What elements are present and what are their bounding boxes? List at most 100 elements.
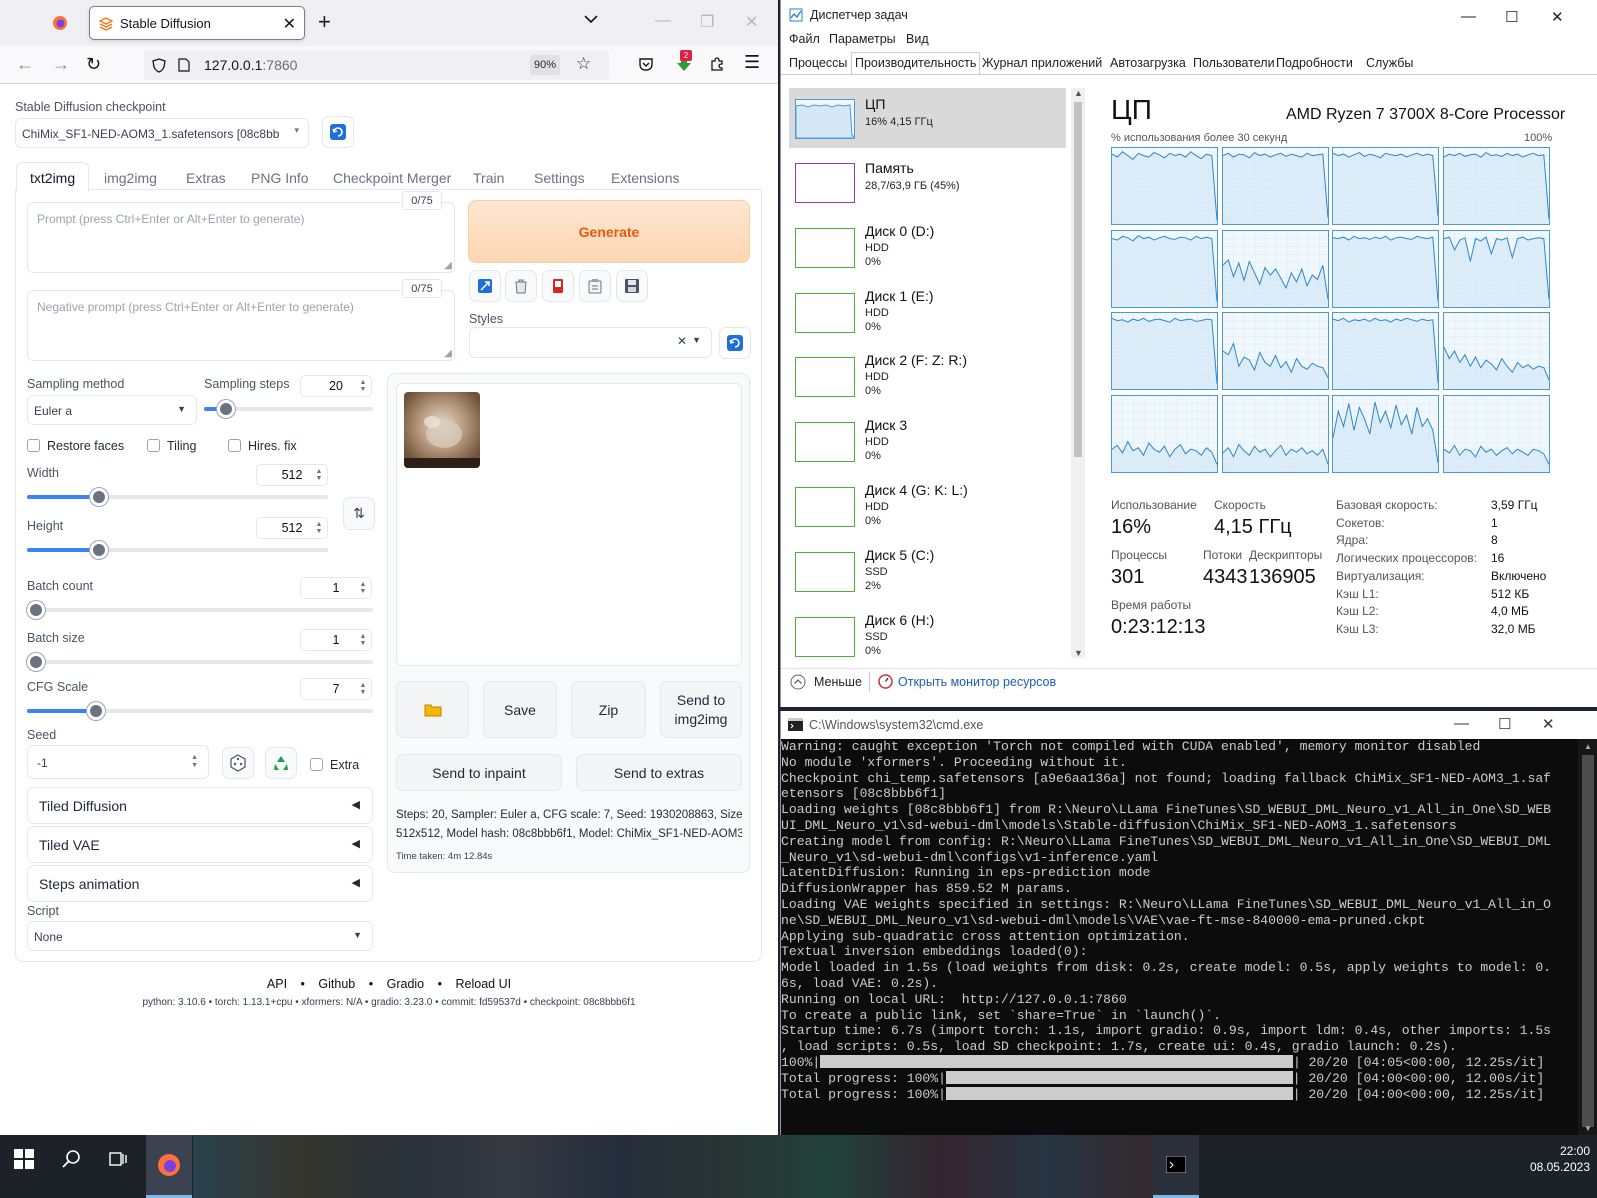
resource-item[interactable]: Диск 0 (D:) HDD 0%: [789, 217, 1066, 277]
scrollbar-thumb[interactable]: [1582, 755, 1594, 1127]
tab-checkpoint-merger[interactable]: Checkpoint Merger: [333, 170, 451, 186]
zoom-indicator[interactable]: 90%: [530, 55, 560, 75]
maximize-icon[interactable]: ☐: [1498, 715, 1511, 733]
taskbar-cmd[interactable]: [1153, 1135, 1199, 1198]
tab-processes[interactable]: Процессы: [786, 56, 850, 70]
resource-item[interactable]: Диск 4 (G: K: L:) HDD 0%: [789, 476, 1066, 536]
spinner-icon[interactable]: ▲ ▼: [191, 754, 198, 770]
tab-settings[interactable]: Settings: [534, 170, 585, 186]
footer-link-github[interactable]: Github: [318, 977, 355, 991]
sampling-steps-input[interactable]: 20 ▲ ▼: [300, 375, 372, 397]
scrollbar[interactable]: ▲ ▼: [1071, 88, 1085, 658]
tab-img2img[interactable]: img2img: [104, 170, 157, 186]
scroll-up-icon[interactable]: ▲: [1584, 742, 1592, 751]
tab-extras[interactable]: Extras: [186, 170, 226, 186]
close-window-icon[interactable]: ✕: [1551, 8, 1564, 26]
menu-icon[interactable]: ☰: [744, 52, 760, 73]
batch-count-slider[interactable]: [27, 601, 373, 619]
extra-networks-button[interactable]: [542, 270, 574, 302]
search-icon[interactable]: [61, 1149, 81, 1169]
resource-item[interactable]: Память 28,7/63,9 ГБ (45%): [789, 152, 1066, 212]
menu-view[interactable]: Вид: [906, 32, 929, 46]
cfg-scale-slider[interactable]: [27, 702, 373, 720]
fewer-details-button[interactable]: Меньше: [814, 675, 862, 689]
tab-stable-diffusion[interactable]: Stable Diffusion ✕: [89, 6, 305, 40]
reuse-seed-button[interactable]: [265, 747, 297, 779]
extensions-icon[interactable]: [709, 56, 725, 72]
tab-startup[interactable]: Автозагрузка: [1107, 56, 1189, 70]
footer-link-api[interactable]: API: [267, 977, 287, 991]
back-icon[interactable]: ←: [16, 54, 34, 75]
send-to-extras-button[interactable]: Send to extras: [576, 754, 742, 791]
clear-icon[interactable]: ✕: [677, 334, 687, 348]
task-view-icon[interactable]: [108, 1149, 128, 1169]
batch-count-input[interactable]: 1 ▲ ▼: [300, 577, 372, 599]
pocket-icon[interactable]: [638, 56, 654, 72]
resource-item[interactable]: Диск 5 (C:) SSD 2%: [789, 541, 1066, 601]
open-resource-monitor-link[interactable]: Открыть монитор ресурсов: [898, 675, 1056, 689]
result-thumbnail[interactable]: [404, 392, 480, 468]
sampling-steps-slider[interactable]: [204, 400, 373, 418]
resource-item[interactable]: ЦП 16% 4,15 ГГц: [789, 88, 1066, 148]
random-seed-button[interactable]: [222, 747, 254, 779]
width-input[interactable]: 512 ▲ ▼: [256, 464, 328, 486]
maximize-icon[interactable]: ❐: [700, 12, 714, 32]
minimize-icon[interactable]: —: [1461, 8, 1476, 25]
footer-link-gradio[interactable]: Gradio: [387, 977, 425, 991]
menu-file[interactable]: Файл: [789, 32, 820, 46]
close-tab-icon[interactable]: ✕: [283, 14, 296, 34]
accordion-tiled-diffusion[interactable]: Tiled Diffusion ◀: [27, 787, 373, 824]
clock[interactable]: 22:00 08.05.2023: [1500, 1143, 1590, 1175]
scroll-down-icon[interactable]: ▼: [1074, 648, 1083, 658]
cfg-scale-input[interactable]: 7 ▲ ▼: [300, 678, 372, 700]
swap-dimensions-button[interactable]: ⇅: [343, 497, 375, 530]
close-window-icon[interactable]: ✕: [1542, 715, 1555, 733]
taskbar-firefox[interactable]: [146, 1135, 192, 1198]
script-select[interactable]: None ▼: [27, 921, 373, 951]
pinned-apps-area[interactable]: [193, 1135, 1153, 1198]
read-params-button[interactable]: [469, 270, 501, 302]
reload-icon[interactable]: ↻: [86, 54, 101, 75]
console-scrollbar[interactable]: ▲ ▼: [1578, 739, 1597, 1135]
slider-knob[interactable]: [27, 653, 45, 671]
open-folder-button[interactable]: [396, 681, 469, 738]
hires-fix-checkbox[interactable]: [228, 439, 241, 452]
scroll-down-icon[interactable]: ▼: [1584, 1124, 1592, 1133]
tab-services[interactable]: Службы: [1363, 56, 1416, 70]
scroll-up-icon[interactable]: ▲: [1074, 88, 1083, 98]
tab-performance[interactable]: Производительность: [851, 52, 981, 74]
resource-item[interactable]: Диск 1 (E:) HDD 0%: [789, 282, 1066, 342]
chevron-up-icon[interactable]: [790, 674, 806, 690]
batch-size-slider[interactable]: [27, 653, 373, 671]
tab-users[interactable]: Пользователи: [1190, 56, 1278, 70]
slider-knob[interactable]: [216, 400, 235, 418]
height-input[interactable]: 512 ▲ ▼: [256, 517, 328, 539]
apply-style-button[interactable]: [579, 270, 611, 302]
minimize-icon[interactable]: —: [655, 12, 671, 30]
footer-link-reload-ui[interactable]: Reload UI: [456, 977, 512, 991]
clear-prompt-button[interactable]: [505, 270, 537, 302]
generate-button[interactable]: Generate: [468, 200, 750, 263]
minimize-icon[interactable]: —: [1454, 715, 1469, 732]
resize-handle-icon[interactable]: ◢: [444, 348, 452, 359]
menu-options[interactable]: Параметры: [829, 32, 896, 46]
scrollbar-thumb[interactable]: [1074, 102, 1082, 457]
pinned-tab[interactable]: [44, 12, 76, 34]
send-to-img2img-button[interactable]: Send to img2img: [660, 681, 742, 738]
refresh-styles-button[interactable]: [719, 327, 751, 359]
seed-input[interactable]: -1 ▲ ▼: [27, 745, 209, 779]
checkpoint-select[interactable]: ChiMix_SF1-NED-AOM3_1.safetensors [08c8b…: [15, 118, 309, 148]
width-slider[interactable]: [27, 488, 328, 506]
tab-train[interactable]: Train: [473, 170, 504, 186]
forward-icon[interactable]: →: [52, 54, 70, 75]
resource-item[interactable]: Диск 3 HDD 0%: [789, 411, 1066, 471]
maximize-icon[interactable]: ☐: [1505, 8, 1518, 26]
tab-txt2img[interactable]: txt2img: [30, 170, 75, 186]
restore-faces-checkbox[interactable]: [27, 439, 40, 452]
tab-png-info[interactable]: PNG Info: [251, 170, 309, 186]
tiling-checkbox[interactable]: [147, 439, 160, 452]
save-button[interactable]: Save: [483, 681, 557, 738]
bookmark-star-icon[interactable]: ☆: [576, 54, 591, 74]
resource-item[interactable]: Диск 6 (H:) SSD 0%: [789, 606, 1066, 666]
zip-button[interactable]: Zip: [571, 681, 646, 738]
